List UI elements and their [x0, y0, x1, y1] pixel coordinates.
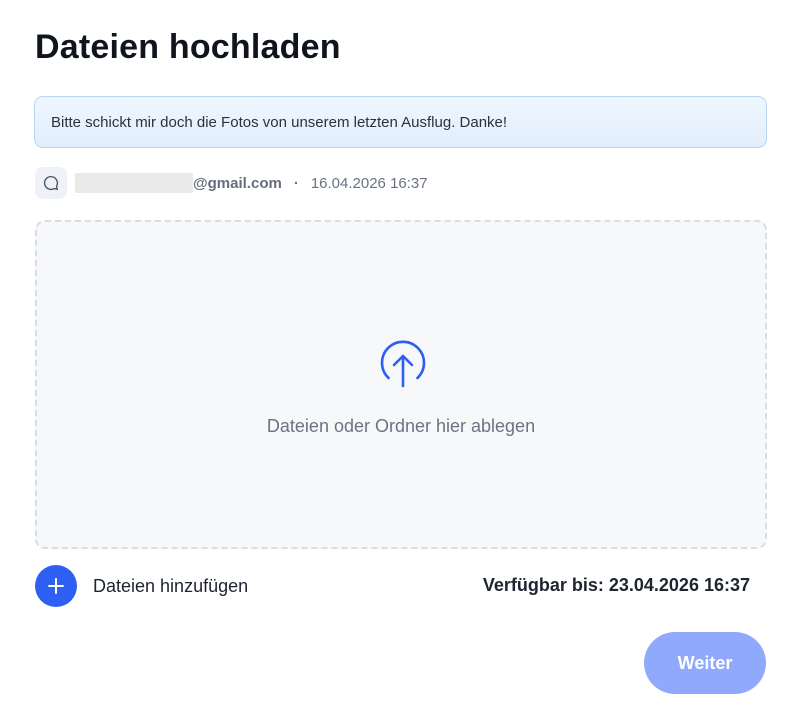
sender-meta: @gmail.com · 16.04.2026 16:37: [35, 167, 428, 199]
sent-datetime: 16.04.2026 16:37: [310, 174, 428, 192]
next-button[interactable]: Weiter: [644, 632, 766, 694]
sender-email-domain: @gmail.com: [193, 174, 282, 192]
meta-separator: ·: [293, 174, 299, 192]
message-text: Bitte schickt mir doch die Fotos von uns…: [51, 113, 508, 131]
page-title: Dateien hochladen: [35, 28, 341, 66]
plus-icon[interactable]: [35, 565, 77, 607]
add-files-button[interactable]: Dateien hinzufügen: [35, 565, 248, 607]
upload-arrow-icon: [377, 340, 429, 392]
dropzone-text: Dateien oder Ordner hier ablegen: [266, 416, 536, 436]
redacted-email-user: [75, 173, 193, 193]
add-files-label[interactable]: Dateien hinzufügen: [93, 576, 248, 597]
upload-page: Dateien hochladen Bitte schickt mir doch…: [0, 0, 800, 719]
comment-icon: [35, 167, 67, 199]
file-dropzone[interactable]: Dateien oder Ordner hier ablegen: [35, 220, 767, 549]
message-box: Bitte schickt mir doch die Fotos von uns…: [34, 96, 767, 148]
available-until: Verfügbar bis: 23.04.2026 16:37: [482, 575, 750, 595]
